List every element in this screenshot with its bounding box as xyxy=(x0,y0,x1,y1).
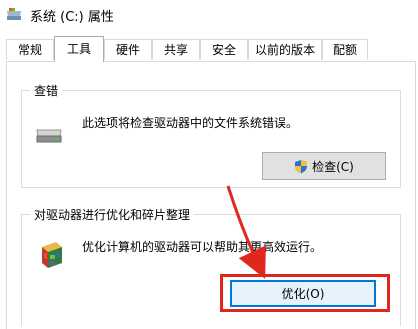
check-button[interactable]: 检查(C) xyxy=(262,152,386,180)
optimize-title: 对驱动器进行优化和碎片整理 xyxy=(30,206,195,223)
window-title: 系统 (C:) 属性 xyxy=(30,10,114,25)
tab-hardware[interactable]: 硬件 xyxy=(104,39,152,60)
optimize-description: 优化计算机的驱动器可以帮助其更高效运行。 xyxy=(82,240,323,254)
optimize-group: 对驱动器进行优化和碎片整理 优化计算机的驱动器可以帮助其更高效运行。 优化(O) xyxy=(21,206,401,326)
tab-strip: 常规 工具 硬件 共享 安全 以前的版本 配额 xyxy=(0,36,418,62)
tab-general[interactable]: 常规 xyxy=(6,39,54,60)
defrag-icon xyxy=(42,242,62,268)
drive-icon xyxy=(36,129,62,143)
tab-security[interactable]: 安全 xyxy=(200,39,248,60)
title-bar: 系统 (C:) 属性 xyxy=(0,0,418,30)
error-check-title: 查错 xyxy=(30,82,63,99)
tab-content-tools: 查错 此选项将检查驱动器中的文件系统错误。 检查(C) 对驱动器进行优化和碎片整… xyxy=(6,61,416,329)
tab-tools[interactable]: 工具 xyxy=(54,36,104,62)
check-button-label: 检查(C) xyxy=(312,159,354,174)
error-check-description: 此选项将检查驱动器中的文件系统错误。 xyxy=(82,116,299,130)
tab-quota[interactable]: 配额 xyxy=(322,39,368,60)
uac-shield-icon xyxy=(295,159,308,173)
optimize-button[interactable]: 优化(O) xyxy=(230,280,376,307)
tab-sharing[interactable]: 共享 xyxy=(152,39,200,60)
optimize-button-label: 优化(O) xyxy=(281,287,325,301)
tab-previous-versions[interactable]: 以前的版本 xyxy=(248,39,322,60)
drive-icon xyxy=(7,8,21,20)
error-check-group: 查错 此选项将检查驱动器中的文件系统错误。 检查(C) xyxy=(21,82,401,188)
